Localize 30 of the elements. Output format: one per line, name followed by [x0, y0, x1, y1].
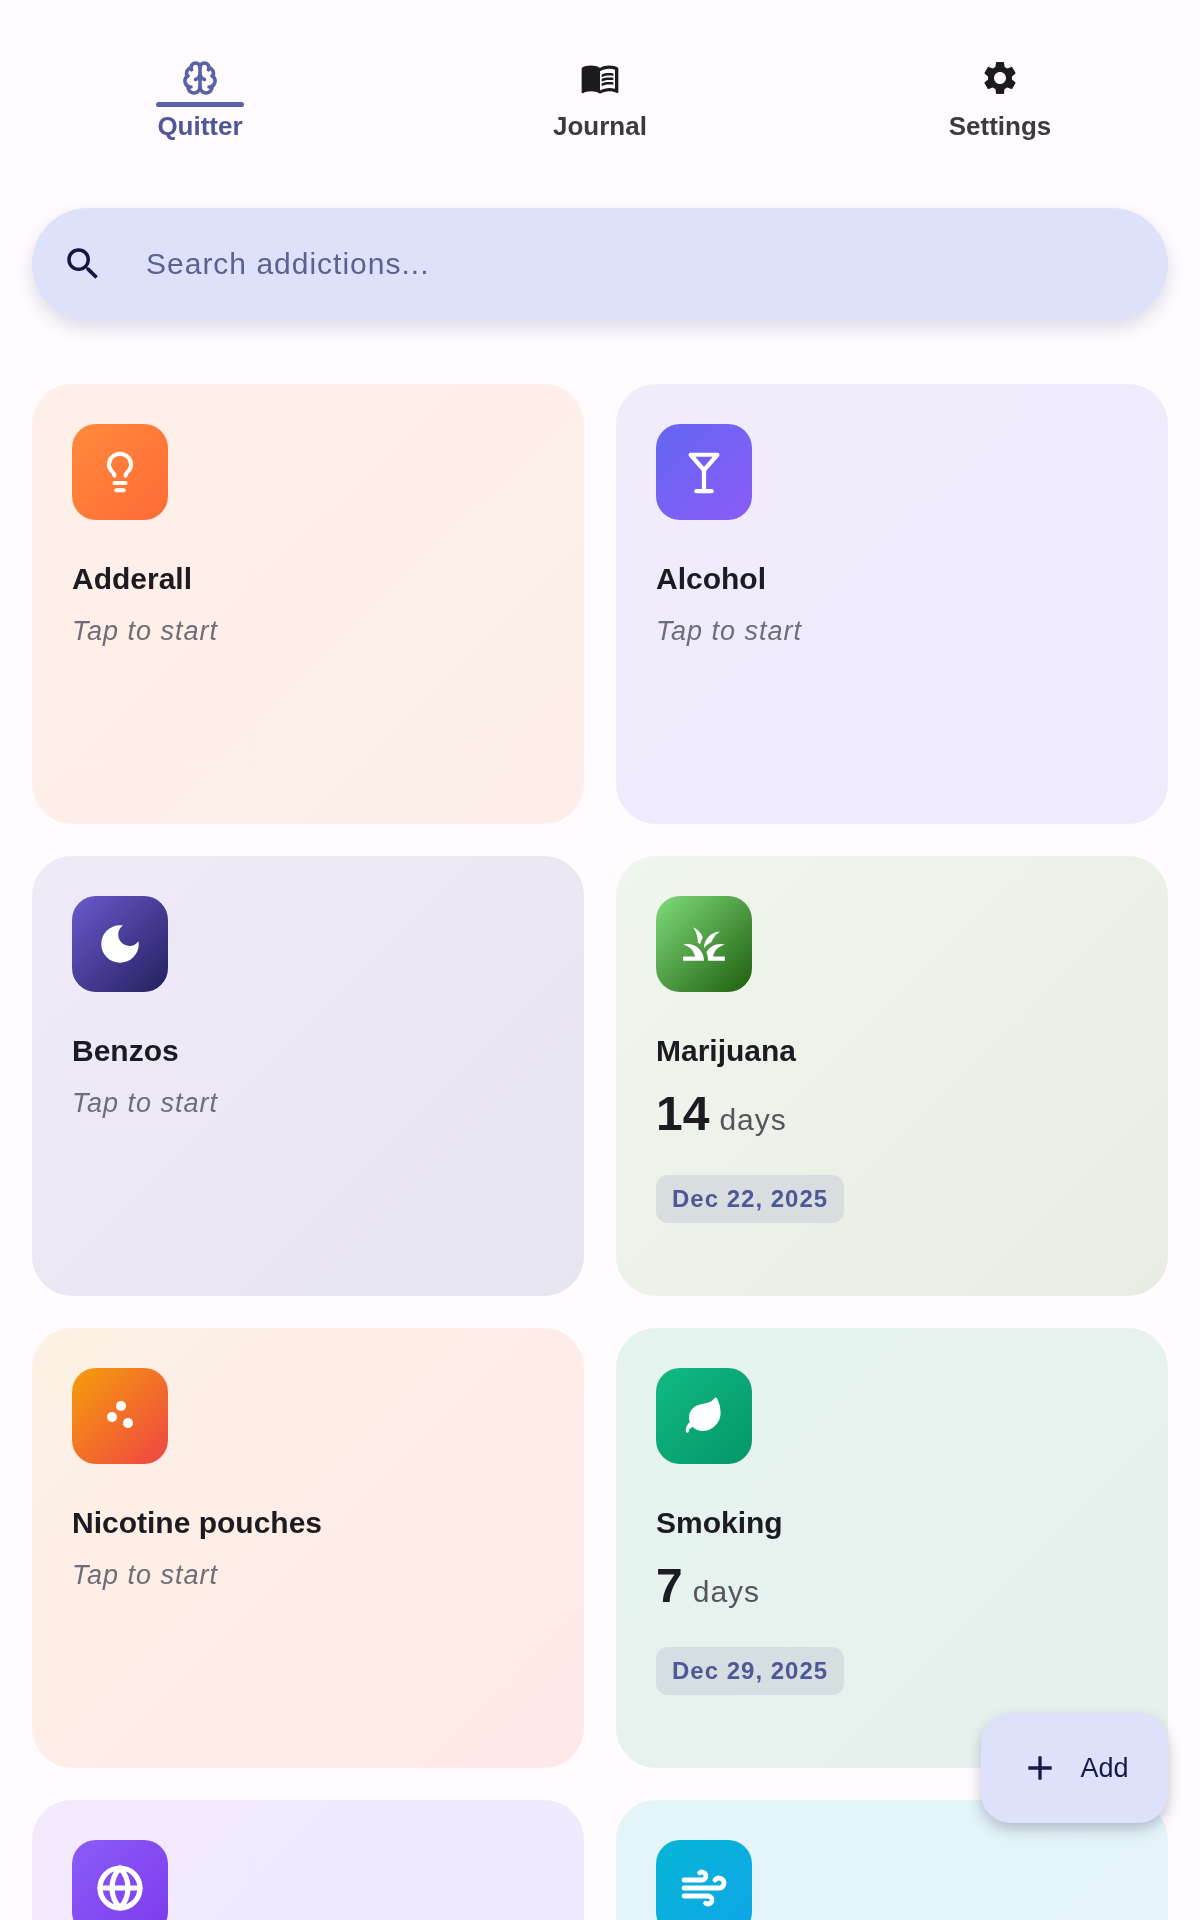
- tap-to-start-hint: Tap to start: [72, 1560, 219, 1591]
- add-button[interactable]: Add: [981, 1713, 1168, 1823]
- start-date: Dec 22, 2025: [656, 1175, 845, 1223]
- search-input[interactable]: Search addictions...: [144, 246, 1138, 282]
- day-unit: days: [719, 1103, 787, 1137]
- tap-to-start-hint: Tap to start: [656, 616, 803, 647]
- addiction-card[interactable]: Marijuana 14 days Dec 22, 2025: [616, 856, 1168, 1296]
- tap-to-start-hint: Tap to start: [72, 1088, 219, 1119]
- start-date: Dec 29, 2025: [656, 1647, 845, 1695]
- addiction-card[interactable]: Benzos Tap to start: [32, 856, 584, 1296]
- tab[interactable]: Quitter: [157, 111, 243, 142]
- addiction-card[interactable]: Nicotine pouches Tap to start: [32, 1328, 584, 1768]
- leaf-icon: [684, 1396, 724, 1436]
- tap-to-start-hint: Tap to start: [72, 616, 219, 647]
- tab[interactable]: Journal: [553, 111, 647, 142]
- card-title: Alcohol: [656, 562, 766, 596]
- tab[interactable]: Settings: [948, 111, 1052, 142]
- card-title: Adderall: [72, 562, 193, 596]
- day-unit: days: [692, 1575, 761, 1609]
- addiction-card[interactable]: Alcohol Tap to start: [616, 384, 1168, 824]
- card-title: Nicotine pouches: [72, 1506, 323, 1540]
- day-count: 14: [656, 1086, 710, 1141]
- addiction-card[interactable]: Adderall Tap to start: [32, 384, 584, 824]
- brain-icon: [182, 60, 218, 96]
- card-title: Smoking: [656, 1506, 783, 1540]
- card-title: Marijuana: [656, 1034, 797, 1068]
- card-title: Benzos: [72, 1034, 179, 1068]
- search-field[interactable]: Search addictions...: [32, 208, 1168, 320]
- day-count: 7: [656, 1558, 683, 1613]
- globe-icon: [96, 1864, 144, 1912]
